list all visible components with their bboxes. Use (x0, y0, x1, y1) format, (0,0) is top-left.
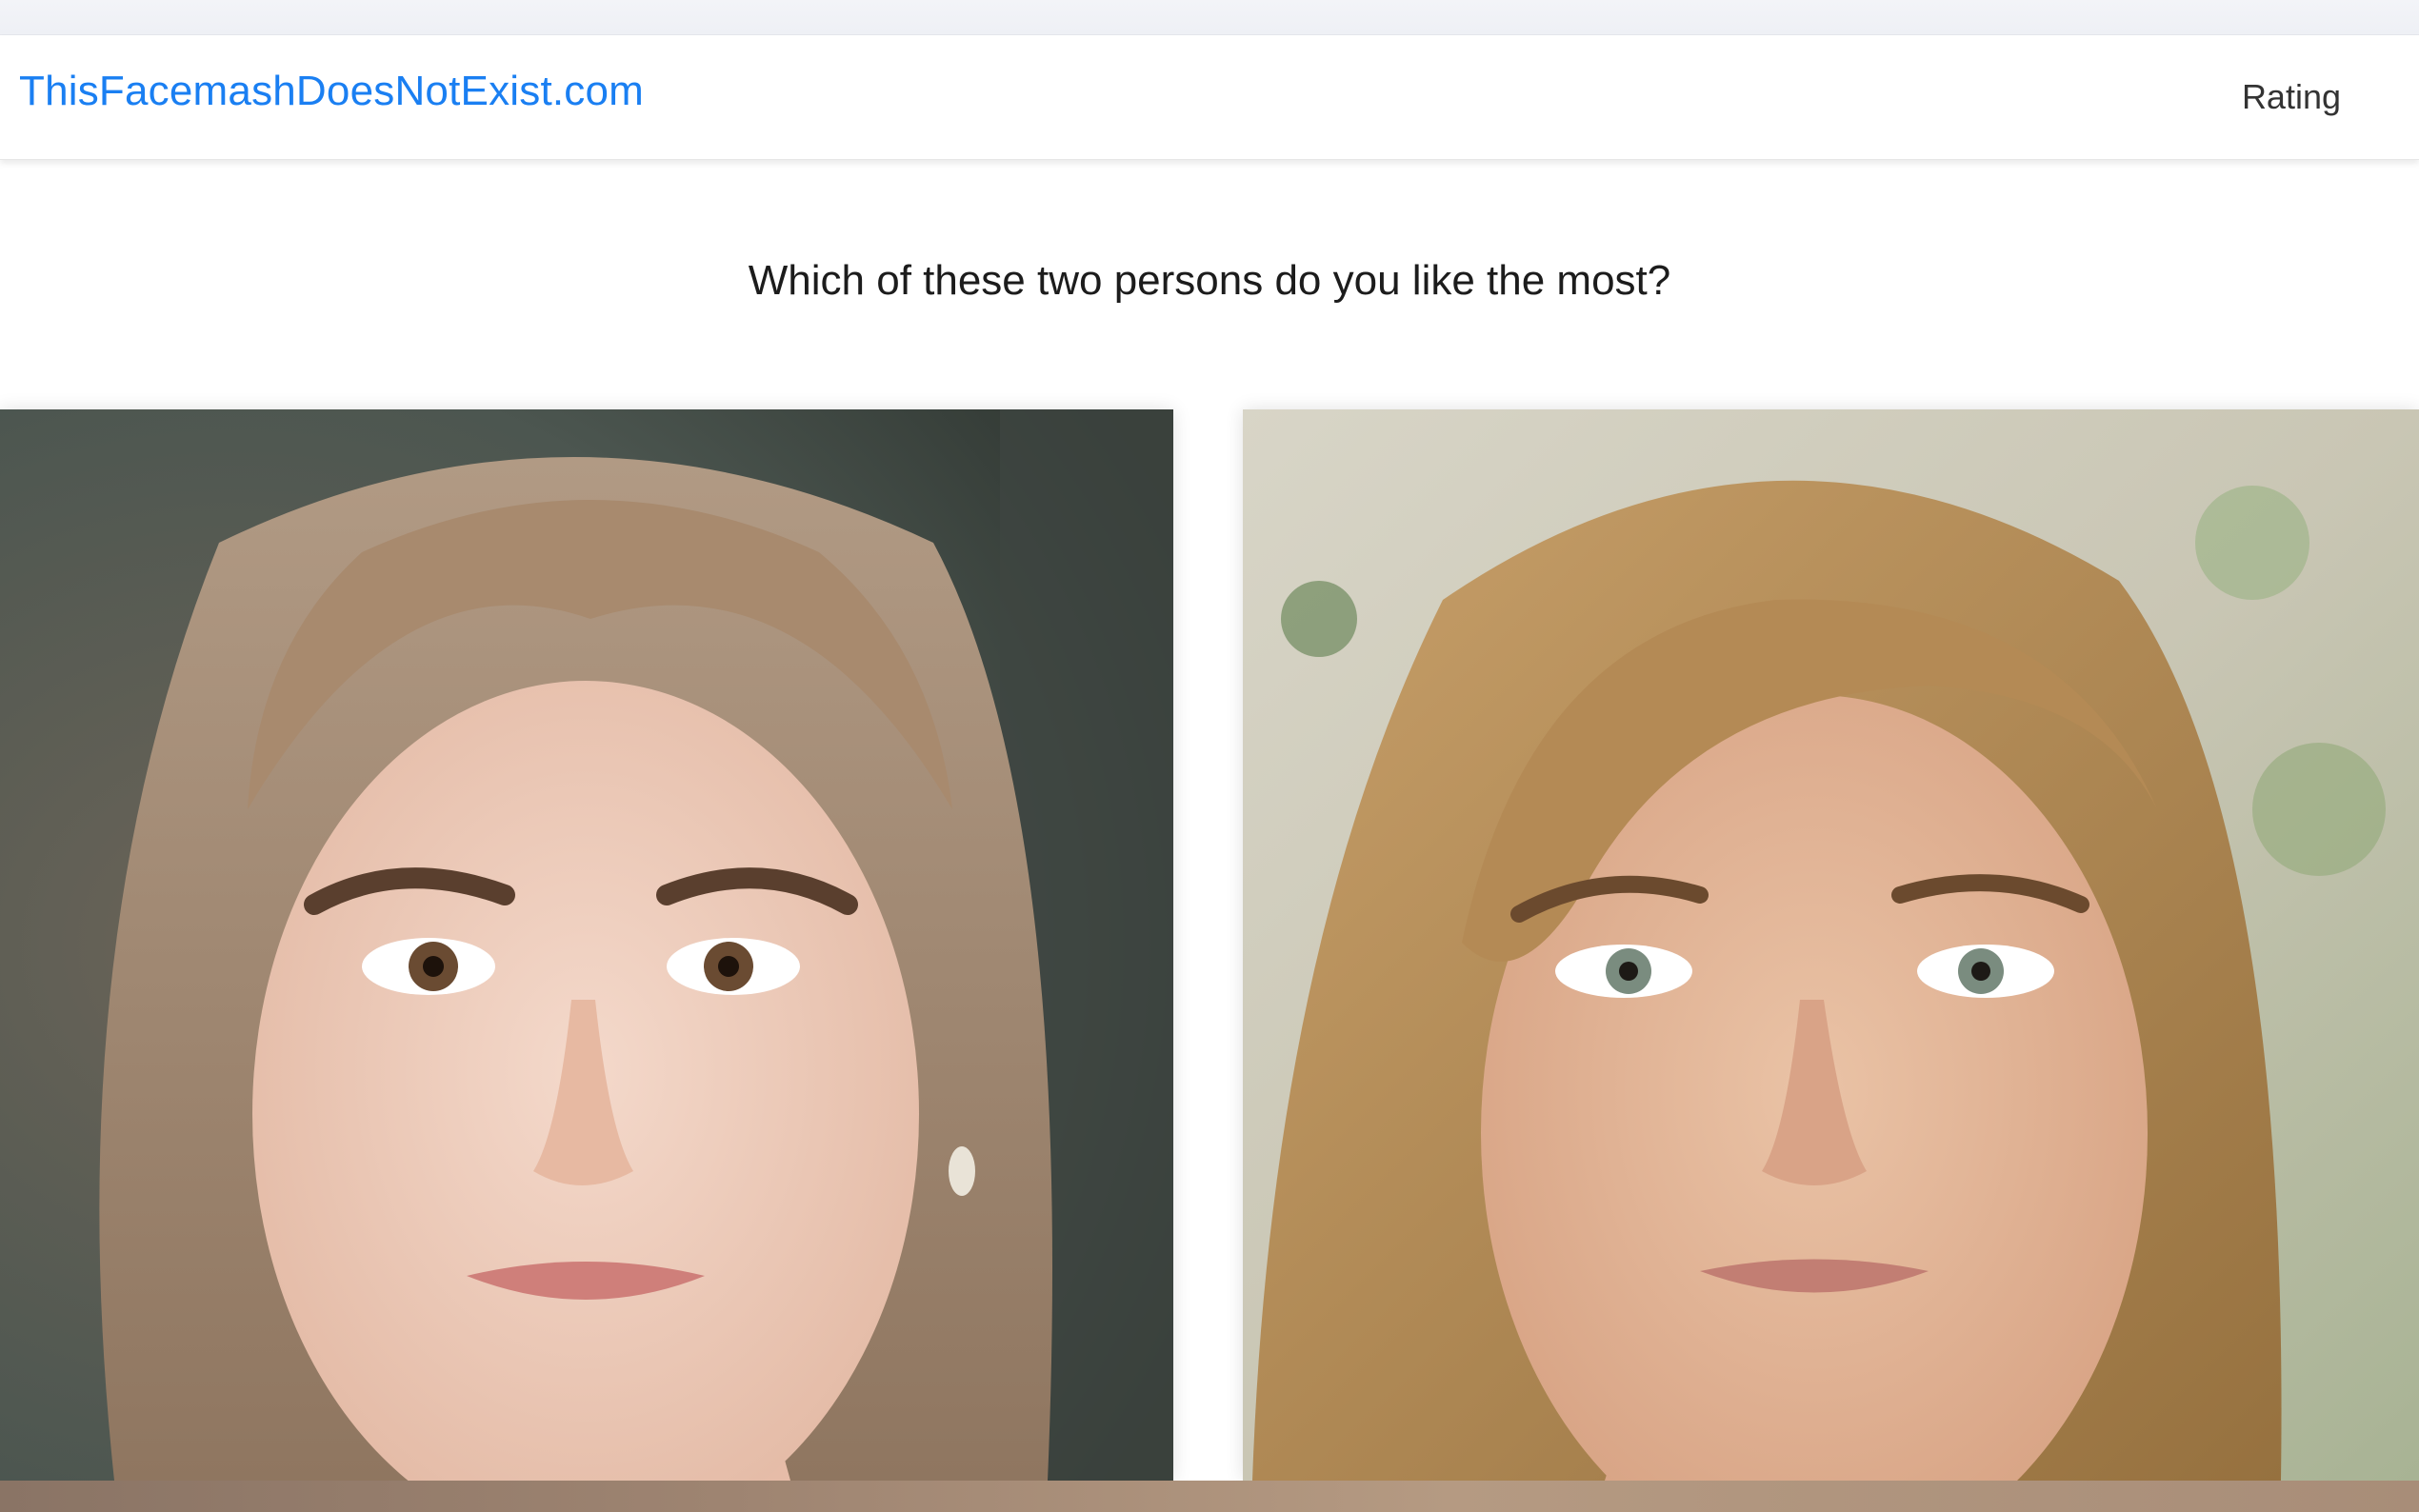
navbar: ThisFacemashDoesNotExist.com Rating (0, 35, 2419, 160)
candidate-photo-right[interactable] (1243, 409, 2419, 1481)
face-image-right (1243, 409, 2419, 1481)
brand-link[interactable]: ThisFacemashDoesNotExist.com (19, 68, 644, 115)
candidate-photo-left[interactable] (0, 409, 1173, 1481)
face-image-left (0, 409, 1173, 1481)
browser-top-strip (0, 0, 2419, 35)
image-bottom-edge (0, 1481, 2419, 1512)
nav-rating-link[interactable]: Rating (2242, 77, 2341, 117)
question-heading: Which of these two persons do you like t… (748, 257, 1671, 304)
